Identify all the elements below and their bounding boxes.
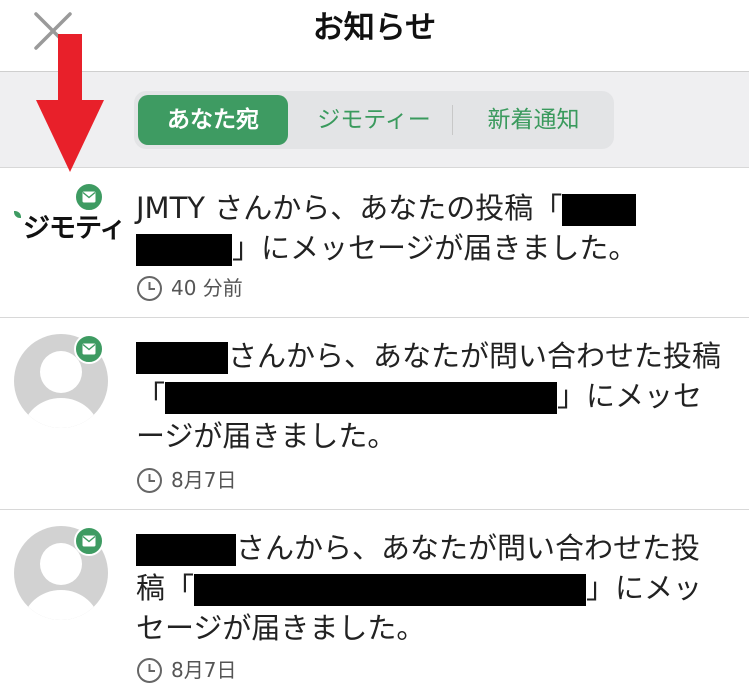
redacted-block — [136, 534, 236, 566]
mail-icon — [74, 334, 104, 364]
segmented-control: あなた宛 ジモティー 新着通知 — [134, 91, 614, 149]
tab-divider — [452, 105, 453, 135]
tab-jmty[interactable]: ジモティー — [294, 95, 454, 145]
redacted-block — [136, 342, 228, 374]
notification-message: さんから、あなたが問い合わせた投稿「 」にメッセージが届きました。 — [136, 531, 703, 645]
notification-time: 40 分前 — [136, 273, 243, 303]
mail-icon — [74, 182, 104, 212]
tab-new-notice[interactable]: 新着通知 — [456, 95, 611, 145]
red-arrow-annotation — [36, 34, 104, 172]
notification-item[interactable]: ジモティ JMTY さんから、あなたの投稿「 」にメッセージが届きました。 40… — [0, 168, 749, 318]
clock-icon — [137, 275, 162, 301]
tab-to-you[interactable]: あなた宛 — [138, 95, 288, 145]
mail-icon — [74, 526, 104, 556]
redacted-block — [562, 194, 637, 226]
notification-message: さんから、あなたが問い合わせた投稿「 」にメッセージが届きました。 — [136, 339, 722, 453]
notification-time: 8月7日 — [136, 465, 236, 495]
page-title: お知らせ — [312, 10, 437, 46]
notification-message: JMTY さんから、あなたの投稿「 」にメッセージが届きました。 — [136, 191, 638, 266]
notification-item[interactable]: さんから、あなたが問い合わせた投稿「 」にメッセージが届きました。 8月7日 — [0, 318, 749, 510]
redacted-block — [194, 574, 587, 606]
notification-item[interactable]: さんから、あなたが問い合わせた投稿「 」にメッセージが届きました。 8月7日 — [0, 510, 749, 699]
clock-icon — [137, 657, 162, 683]
redacted-block — [165, 382, 558, 414]
tab-bar: あなた宛 ジモティー 新着通知 — [0, 72, 749, 168]
jmty-logo: ジモティ — [14, 206, 126, 245]
notification-time: 8月7日 — [136, 655, 236, 685]
header-bar: お知らせ — [0, 0, 749, 72]
clock-icon — [137, 467, 162, 493]
redacted-block — [136, 234, 232, 266]
